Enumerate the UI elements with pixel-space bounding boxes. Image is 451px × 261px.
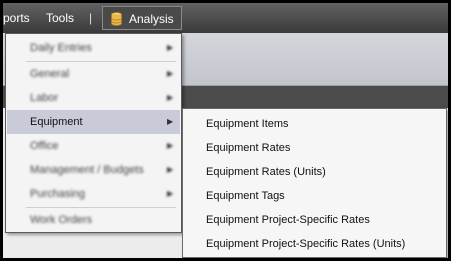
menu-item-label: Equipment: [30, 116, 83, 128]
equipment-submenu: Equipment Items Equipment Rates Equipmen…: [182, 108, 447, 258]
submenu-item-project-specific-rates-units[interactable]: Equipment Project-Specific Rates (Units): [206, 232, 446, 256]
app-window: ports Tools | Analysis Daily Entries ▶ G…: [3, 3, 448, 258]
menu-item-office[interactable]: Office ▶: [7, 134, 180, 158]
menu-item-work-orders[interactable]: Work Orders: [7, 208, 180, 232]
menu-item-labor[interactable]: Labor ▶: [7, 86, 180, 110]
chevron-right-icon: ▶: [167, 141, 174, 150]
chevron-right-icon: ▶: [167, 69, 174, 78]
menu-reports[interactable]: ports: [3, 3, 30, 33]
submenu-item-equipment-rates[interactable]: Equipment Rates: [206, 136, 446, 160]
submenu-item-project-specific-rates[interactable]: Equipment Project-Specific Rates: [206, 208, 446, 232]
menu-analysis[interactable]: Analysis: [102, 6, 182, 30]
menu-item-label: General: [30, 68, 70, 80]
chevron-right-icon: ▶: [167, 43, 174, 52]
submenu-item-equipment-items[interactable]: Equipment Items: [206, 112, 446, 136]
chevron-right-icon: ▶: [167, 117, 174, 126]
analysis-dropdown-menu: Daily Entries ▶ General ▶ Labor ▶ Equipm…: [5, 33, 182, 233]
menu-item-purchasing[interactable]: Purchasing ▶: [7, 182, 180, 206]
menu-item-label: Labor: [30, 92, 59, 104]
menu-item-equipment[interactable]: Equipment ▶: [7, 110, 180, 134]
menu-analysis-label: Analysis: [129, 12, 174, 26]
menu-bar: ports Tools | Analysis: [3, 3, 448, 33]
chevron-right-icon: ▶: [167, 93, 174, 102]
menu-item-label: Work Orders: [30, 214, 93, 226]
menu-item-label: Office: [30, 140, 59, 152]
submenu-item-equipment-rates-units[interactable]: Equipment Rates (Units): [206, 160, 446, 184]
menu-item-label: Management / Budgets: [30, 164, 144, 176]
menu-item-label: Purchasing: [30, 188, 86, 200]
menu-item-management-budgets[interactable]: Management / Budgets ▶: [7, 158, 180, 182]
menu-item-label: Daily Entries: [30, 42, 92, 54]
submenu-item-equipment-tags[interactable]: Equipment Tags: [206, 184, 446, 208]
menu-separator: |: [89, 11, 93, 25]
chevron-right-icon: ▶: [167, 189, 174, 198]
menu-item-general[interactable]: General ▶: [7, 62, 180, 86]
database-icon: [111, 12, 122, 26]
chevron-right-icon: ▶: [167, 165, 174, 174]
menu-tools[interactable]: Tools: [46, 3, 74, 33]
menu-item-daily-entries[interactable]: Daily Entries ▶: [7, 36, 180, 60]
